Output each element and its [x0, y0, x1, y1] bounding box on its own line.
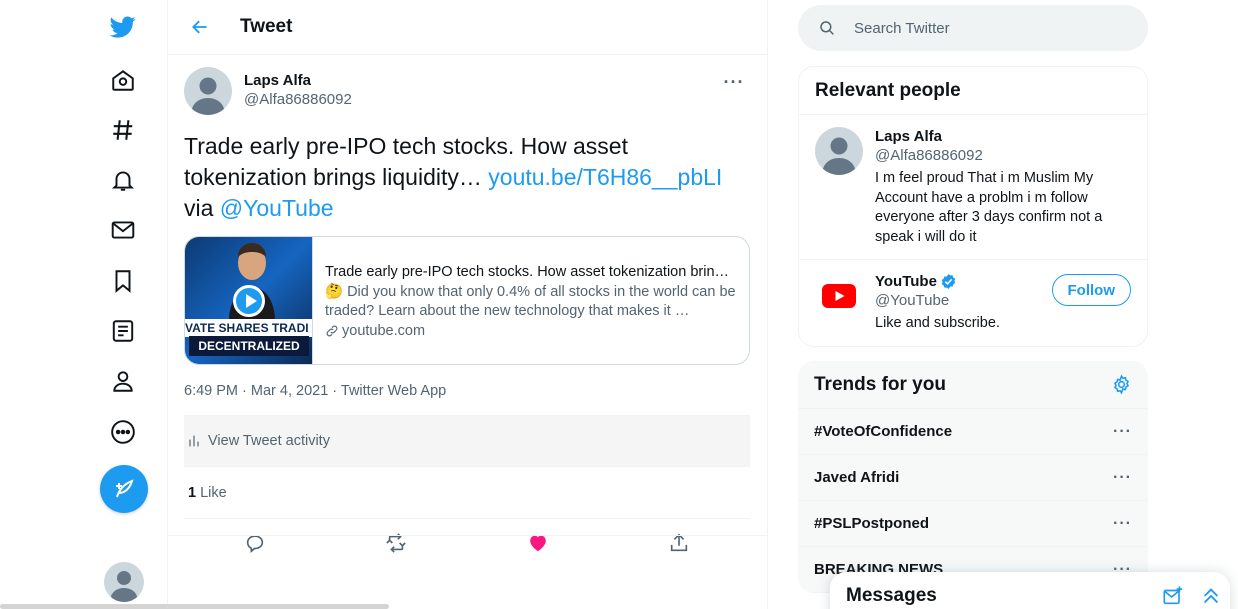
- right-sidebar: Relevant people Laps Alfa @Alfa86886092 …: [798, 0, 1148, 609]
- twitter-logo-icon[interactable]: [98, 2, 148, 52]
- verified-badge-icon: [941, 274, 956, 289]
- trend-item[interactable]: #PSLPostponed ···: [798, 501, 1148, 547]
- person-avatar[interactable]: [815, 127, 863, 175]
- link-card[interactable]: VATE SHARES TRADI DECENTRALIZED Trade ea…: [184, 236, 750, 365]
- follow-button[interactable]: Follow: [1051, 274, 1131, 306]
- back-arrow-icon: [192, 20, 207, 34]
- profile-icon[interactable]: [98, 356, 148, 406]
- main-header: Tweet: [168, 0, 767, 55]
- bookmarks-icon[interactable]: [98, 256, 148, 306]
- trend-label: #VoteOfConfidence: [814, 423, 953, 440]
- tweet-divider: [168, 535, 768, 536]
- trend-more-icon[interactable]: ···: [1113, 515, 1132, 533]
- person-bio: I m feel proud That i m Muslim My Accoun…: [875, 170, 1103, 245]
- search-input[interactable]: [854, 19, 1124, 37]
- author-handle[interactable]: @Alfa86886092: [244, 90, 352, 109]
- thumbnail-banner-bottom: DECENTRALIZED: [189, 336, 309, 356]
- card-title: Trade early pre-IPO tech stocks. How ass…: [325, 264, 730, 280]
- tweet-more-button[interactable]: ···: [717, 65, 751, 99]
- settings-gear-icon[interactable]: [1111, 374, 1132, 395]
- trend-item[interactable]: #VoteOfConfidence ···: [798, 409, 1148, 455]
- analytics-icon: [189, 435, 199, 447]
- account-avatar[interactable]: [104, 562, 144, 602]
- expand-messages-button[interactable]: [1192, 577, 1230, 609]
- trend-more-icon[interactable]: ···: [1113, 469, 1132, 487]
- tweet-text-via: via: [184, 195, 220, 221]
- trend-label: Javed Afridi: [814, 469, 900, 486]
- tweet: Laps Alfa @Alfa86886092 ··· Trade early …: [168, 55, 767, 567]
- reply-button[interactable]: [238, 526, 272, 560]
- thumbnail-banner-top: VATE SHARES TRADI: [185, 319, 312, 337]
- card-description: 🤔 Did you know that only 0.4% of all sto…: [325, 283, 736, 320]
- home-icon[interactable]: [98, 55, 148, 105]
- messages-title: Messages: [846, 584, 937, 606]
- card-domain-text: youtube.com: [342, 322, 426, 339]
- author-name[interactable]: Laps Alfa: [244, 71, 352, 90]
- tweet-author: Laps Alfa @Alfa86886092: [184, 67, 751, 115]
- person-name[interactable]: Laps Alfa: [875, 127, 1125, 146]
- new-message-icon: [1163, 585, 1183, 604]
- view-tweet-activity[interactable]: View Tweet activity: [184, 415, 750, 467]
- tweet-link[interactable]: youtu.be/T6H86__pbLI: [488, 164, 722, 190]
- activity-label: View Tweet activity: [208, 433, 330, 449]
- author-avatar[interactable]: [184, 67, 232, 115]
- person-name-text: YouTube: [875, 273, 937, 290]
- trend-more-icon[interactable]: ···: [1113, 423, 1132, 441]
- play-icon[interactable]: [233, 285, 265, 317]
- card-thumbnail: VATE SHARES TRADI DECENTRALIZED: [185, 237, 313, 364]
- back-button[interactable]: [180, 7, 220, 47]
- more-icon[interactable]: [98, 407, 148, 457]
- like-count-label: Like: [200, 484, 227, 501]
- tweet-actions: [184, 519, 750, 567]
- person-handle[interactable]: @Alfa86886092: [875, 146, 1125, 165]
- person-bio: Like and subscribe.: [875, 315, 1000, 331]
- lists-icon[interactable]: [98, 306, 148, 356]
- double-chevron-up-icon: [1203, 587, 1219, 603]
- relevant-people-panel: Relevant people Laps Alfa @Alfa86886092 …: [798, 66, 1148, 347]
- messages-drawer[interactable]: Messages: [830, 572, 1230, 609]
- main-column: Tweet Laps Alfa @Alfa86886092 ··· Trade …: [168, 0, 768, 609]
- search-icon: [820, 21, 834, 35]
- compose-tweet-button[interactable]: [100, 465, 148, 513]
- left-nav: [0, 0, 389, 609]
- link-icon: [326, 325, 338, 337]
- compose-tweet-icon: [116, 479, 134, 498]
- search-box[interactable]: [798, 5, 1148, 51]
- person-row[interactable]: YouTube @YouTube Like and subscribe. Fol…: [799, 260, 1147, 346]
- trend-label: #PSLPostponed: [814, 515, 930, 532]
- tweet-mention[interactable]: @YouTube: [220, 195, 334, 221]
- trend-item[interactable]: Javed Afridi ···: [798, 455, 1148, 501]
- tweet-timestamp[interactable]: 6:49 PM · Mar 4, 2021 · Twitter Web App: [184, 383, 751, 399]
- trends-title-text: Trends for you: [814, 373, 946, 395]
- youtube-logo-icon[interactable]: [815, 272, 863, 320]
- trends-panel: Trends for you #VoteOfConfidence ··· Jav…: [798, 361, 1148, 593]
- more-dots-icon: ···: [723, 71, 745, 92]
- card-domain: youtube.com: [325, 322, 737, 342]
- notifications-icon[interactable]: [98, 155, 148, 205]
- explore-icon[interactable]: [98, 105, 148, 155]
- like-count-value: 1: [188, 484, 197, 501]
- tweet-text: Trade early pre-IPO tech stocks. How ass…: [184, 131, 754, 224]
- likes-count[interactable]: 1 Like: [184, 467, 750, 519]
- twitter-app: Tweet Laps Alfa @Alfa86886092 ··· Trade …: [0, 0, 1238, 609]
- card-body: Trade early pre-IPO tech stocks. How ass…: [313, 237, 749, 364]
- relevant-people-title: Relevant people: [799, 67, 1147, 115]
- like-button[interactable]: [521, 526, 555, 560]
- trends-title: Trends for you: [798, 361, 1148, 409]
- share-button[interactable]: [662, 526, 696, 560]
- new-message-button[interactable]: [1154, 577, 1192, 609]
- retweet-button[interactable]: [379, 526, 413, 560]
- messages-icon[interactable]: [98, 205, 148, 255]
- page-title: Tweet: [240, 16, 293, 37]
- person-row[interactable]: Laps Alfa @Alfa86886092 I m feel proud T…: [799, 115, 1147, 260]
